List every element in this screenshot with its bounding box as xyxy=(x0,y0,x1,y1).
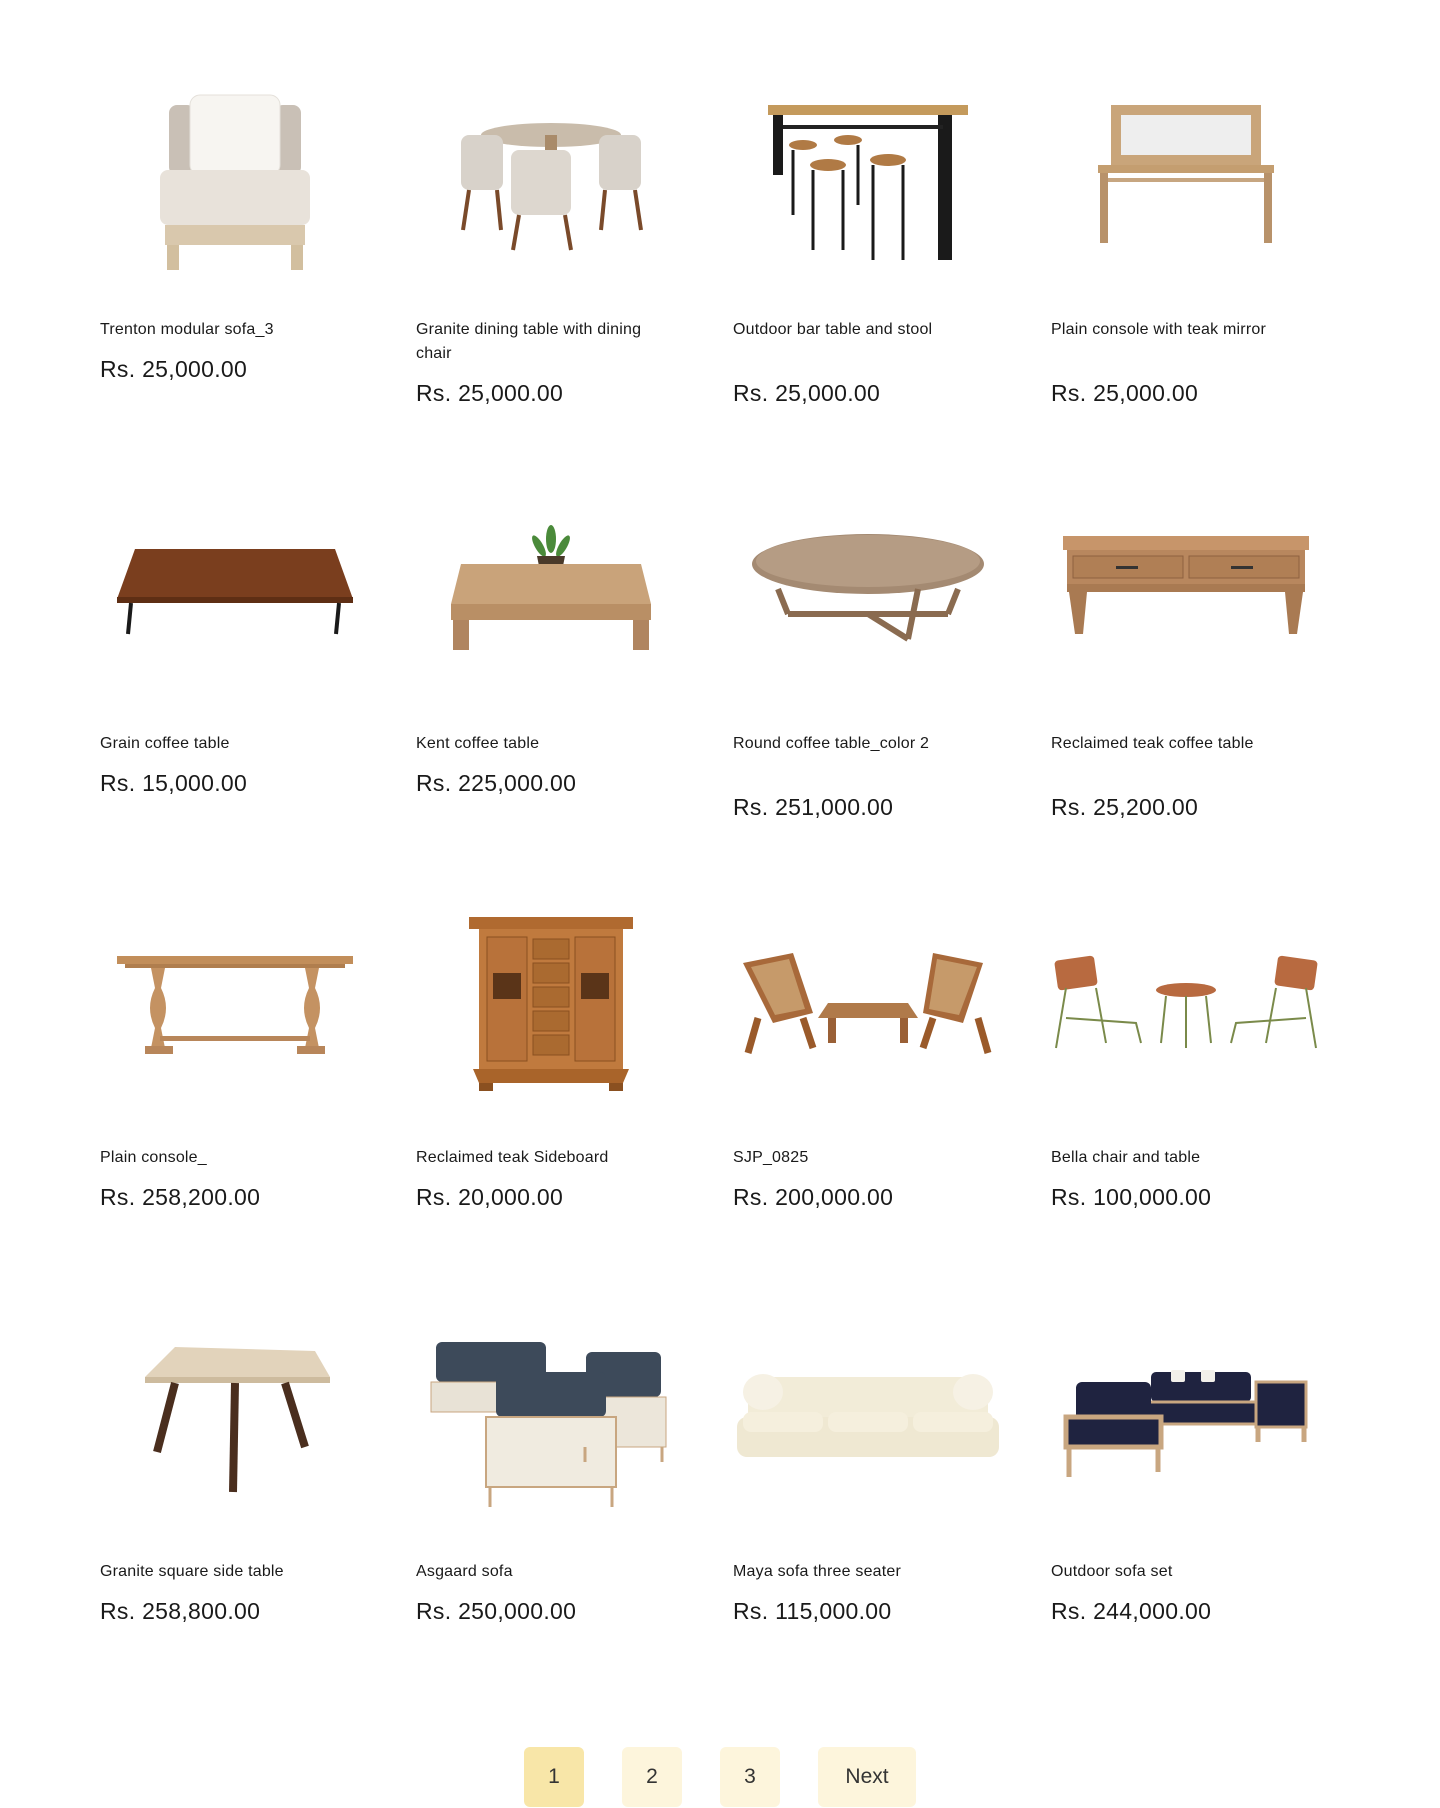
product-price: Rs. 258,800.00 xyxy=(100,1598,261,1624)
product-price: Rs. 25,000.00 xyxy=(100,356,248,382)
product-price: Rs. 25,200.00 xyxy=(1051,794,1199,820)
product-price: Rs. 25,000.00 xyxy=(1051,380,1199,406)
modular-sofa-image[interactable] xyxy=(90,60,380,290)
teak-coffee-table-image[interactable] xyxy=(1041,474,1331,704)
product-name[interactable]: Plain console with teak mirror xyxy=(1051,318,1291,342)
product-name[interactable]: Plain console_ xyxy=(100,1146,340,1170)
product-name[interactable]: Round coffee table_color 2 xyxy=(733,732,973,756)
product-name[interactable]: SJP_0825 xyxy=(733,1146,973,1170)
outdoor-sofa-image[interactable] xyxy=(1041,1302,1331,1532)
product-name[interactable]: Granite square side table xyxy=(100,1560,340,1584)
product-name[interactable]: Outdoor sofa set xyxy=(1051,1560,1291,1584)
product-price: Rs. 200,000.00 xyxy=(733,1184,894,1210)
product-name[interactable]: Granite dining table with dining chair xyxy=(416,318,656,366)
product-price: Rs. 25,000.00 xyxy=(733,380,881,406)
product-name[interactable]: Maya sofa three seater xyxy=(733,1560,973,1584)
product-name[interactable]: Reclaimed teak coffee table xyxy=(1051,732,1291,756)
plain-console-image[interactable] xyxy=(90,888,380,1118)
product-price: Rs. 251,000.00 xyxy=(733,794,894,820)
product-price: Rs. 25,000.00 xyxy=(416,380,564,406)
next-page-button[interactable]: Next xyxy=(818,1747,916,1807)
round-coffee-table-image[interactable] xyxy=(723,474,1013,704)
bar-table-image[interactable] xyxy=(723,60,1013,290)
product-name[interactable]: Asgaard sofa xyxy=(416,1560,656,1584)
page-button-1[interactable]: 1 xyxy=(524,1747,584,1807)
page-button-2[interactable]: 2 xyxy=(622,1747,682,1807)
product-name[interactable]: Grain coffee table xyxy=(100,732,340,756)
product-price: Rs. 115,000.00 xyxy=(733,1598,892,1624)
kent-coffee-table-image[interactable] xyxy=(406,474,696,704)
side-table-image[interactable] xyxy=(90,1302,380,1532)
teak-sideboard-image[interactable] xyxy=(406,888,696,1118)
product-name[interactable]: Reclaimed teak Sideboard xyxy=(416,1146,656,1170)
bella-set-image[interactable] xyxy=(1041,888,1331,1118)
product-name[interactable]: Bella chair and table xyxy=(1051,1146,1291,1170)
console-mirror-image[interactable] xyxy=(1041,60,1331,290)
grain-coffee-table-image[interactable] xyxy=(90,474,380,704)
product-price: Rs. 250,000.00 xyxy=(416,1598,577,1624)
product-name[interactable]: Trenton modular sofa_3 xyxy=(100,318,340,342)
pagination: 1 2 3 Next xyxy=(0,1747,1440,1808)
product-price: Rs. 20,000.00 xyxy=(416,1184,564,1210)
maya-sofa-image[interactable] xyxy=(723,1302,1013,1532)
product-price: Rs. 100,000.00 xyxy=(1051,1184,1212,1210)
product-price: Rs. 15,000.00 xyxy=(100,770,248,796)
lounge-set-image[interactable] xyxy=(723,888,1013,1118)
product-name[interactable]: Outdoor bar table and stool xyxy=(733,318,973,342)
dining-set-image[interactable] xyxy=(406,60,696,290)
asgaard-sofa-image[interactable] xyxy=(406,1302,696,1532)
product-price: Rs. 225,000.00 xyxy=(416,770,577,796)
product-price: Rs. 244,000.00 xyxy=(1051,1598,1212,1624)
page-button-3[interactable]: 3 xyxy=(720,1747,780,1807)
product-name[interactable]: Kent coffee table xyxy=(416,732,656,756)
product-price: Rs. 258,200.00 xyxy=(100,1184,261,1210)
